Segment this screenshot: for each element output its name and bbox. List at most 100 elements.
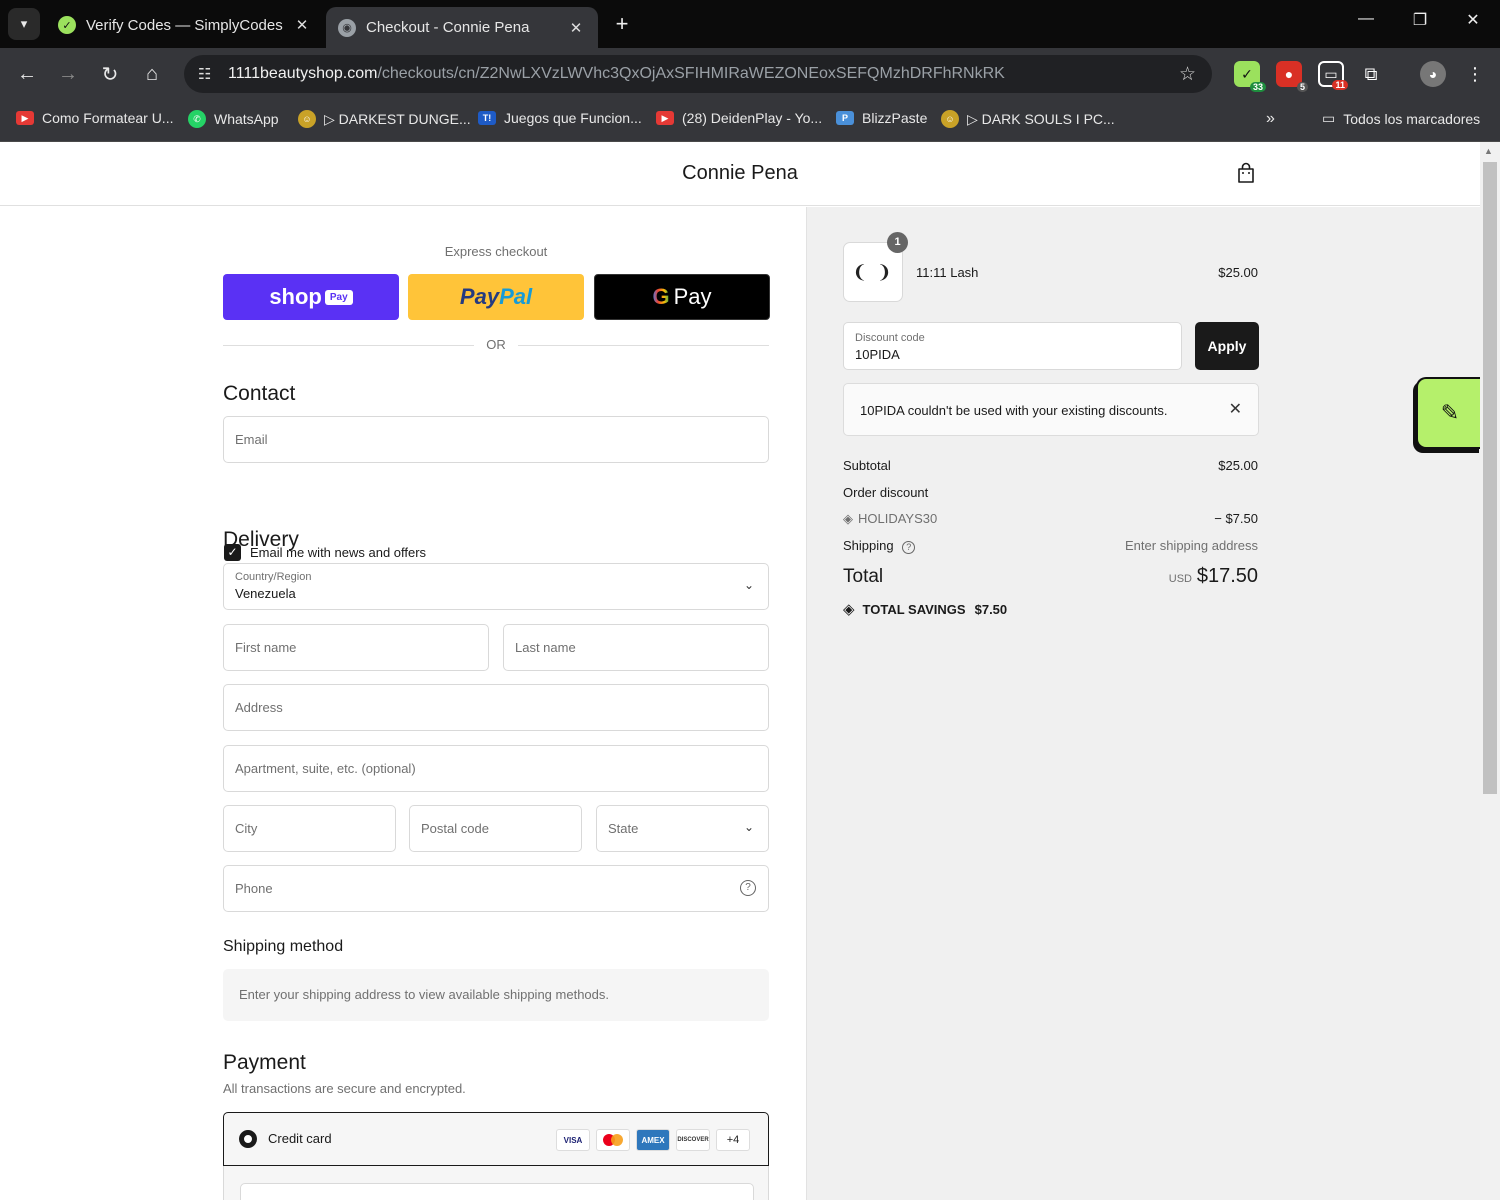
tab-search-button[interactable]: ▾ xyxy=(8,8,40,40)
bookmark-item[interactable]: ▶ (28) DeidenPlay - Yo... xyxy=(656,110,822,126)
tab-close-icon[interactable]: ✕ xyxy=(566,19,586,37)
quantity-badge: 1 xyxy=(887,232,908,253)
google-pay-button[interactable]: G Pay xyxy=(594,274,770,320)
checkout-header: Connie Pena xyxy=(0,142,1480,206)
postal-code-input[interactable] xyxy=(410,806,581,851)
email-field[interactable] xyxy=(223,416,769,463)
tab-verify-codes[interactable]: ✓ Verify Codes — SimplyCodes ✕ xyxy=(46,6,324,44)
back-icon[interactable]: ← xyxy=(14,61,40,87)
discover-card-icon: DISCOVER xyxy=(676,1129,710,1151)
restore-icon[interactable]: ❐ xyxy=(1400,10,1440,30)
window-close-icon[interactable]: ✕ xyxy=(1453,10,1493,30)
url-path: /checkouts/cn/Z2NwLXVzLWVhc3QxOjAxSFIHMI… xyxy=(377,65,1005,82)
globe-favicon-icon: ◉ xyxy=(338,18,356,37)
tag-icon: ◈ xyxy=(843,511,853,526)
address-bar[interactable]: ☷ 1111beautyshop.com/checkouts/cn/Z2NwLX… xyxy=(184,55,1212,93)
bookmark-item[interactable]: ☺ ▷ DARKEST DUNGE... xyxy=(298,110,471,128)
card-number-field[interactable] xyxy=(240,1183,754,1200)
city-input[interactable] xyxy=(224,806,395,851)
shipping-method-heading: Shipping method xyxy=(223,938,344,955)
url-host: 1111beautyshop.com xyxy=(228,65,378,82)
paypal-button[interactable]: Pay Pal xyxy=(408,274,584,320)
express-checkout-label: Express checkout xyxy=(444,244,548,259)
apply-button[interactable]: Apply xyxy=(1195,322,1259,370)
forward-icon[interactable]: → xyxy=(55,61,81,87)
chevron-down-icon: ⌄ xyxy=(743,820,754,834)
email-input[interactable] xyxy=(224,417,768,462)
checkout-page: Connie Pena Express checkout shop Pay Pay… xyxy=(0,142,1500,1200)
bookmarks-bar: ▶ Como Formatear U... ✆ WhatsApp ☺ ▷ DARKES… xyxy=(0,100,1500,142)
tab-close-icon[interactable]: ✕ xyxy=(292,16,312,34)
tag-pen-icon: ✎ xyxy=(1440,400,1460,425)
first-name-input[interactable] xyxy=(224,625,488,670)
country-select[interactable]: Country/Region Venezuela ⌄ xyxy=(223,563,769,610)
chevron-down-icon: ⌄ xyxy=(743,578,754,592)
divider xyxy=(223,345,474,346)
discount-code-tag: ◈ HOLIDAYS30 xyxy=(843,511,938,526)
shop-pay-button[interactable]: shop Pay xyxy=(223,274,399,320)
total-currency: USD xyxy=(1168,573,1192,585)
store-name[interactable]: Connie Pena xyxy=(0,162,1480,185)
divider xyxy=(518,345,769,346)
screen-extension-icon[interactable]: ▭ 11 xyxy=(1318,61,1348,90)
bookmark-item[interactable]: T! Juegos que Funcion... xyxy=(478,110,642,126)
last-name-input[interactable] xyxy=(504,625,768,670)
shopping-bag-icon[interactable] xyxy=(1236,162,1256,184)
credit-card-label: Credit card xyxy=(268,1131,332,1146)
first-name-field[interactable] xyxy=(223,624,489,671)
subtotal-label: Subtotal xyxy=(843,458,891,473)
site-settings-icon[interactable]: ☷ xyxy=(198,65,211,83)
whatsapp-icon: ✆ xyxy=(188,110,206,128)
bookmarks-overflow-button[interactable]: » xyxy=(1266,110,1275,128)
last-name-field[interactable] xyxy=(503,624,769,671)
simplycodes-favicon-icon: ✓ xyxy=(58,16,76,34)
browser-menu-icon[interactable]: ⋮ xyxy=(1462,61,1488,87)
profile-avatar[interactable]: ◕ xyxy=(1420,61,1446,87)
simplycodes-extension-icon[interactable]: ✓ 33 xyxy=(1234,61,1266,92)
order-discount-label: Order discount xyxy=(843,485,929,500)
shipping-method-message: Enter your shipping address to view avai… xyxy=(223,969,769,1021)
product-price: $25.00 xyxy=(1218,265,1258,280)
credit-card-radio[interactable] xyxy=(239,1130,257,1148)
home-icon[interactable]: ⌂ xyxy=(139,61,165,87)
discount-code-field[interactable]: Discount code 10PIDA xyxy=(843,322,1182,370)
payment-subtitle: All transactions are secure and encrypte… xyxy=(223,1081,466,1096)
scrollbar-thumb[interactable] xyxy=(1483,162,1497,794)
simplycodes-widget-tab[interactable]: ✎ xyxy=(1416,377,1482,449)
bookmark-item[interactable]: ▶ Como Formatear U... xyxy=(16,110,173,126)
extensions-puzzle-icon[interactable]: ⧉ xyxy=(1358,61,1384,87)
youtube-icon: ▶ xyxy=(16,111,34,125)
scroll-up-icon[interactable]: ▲ xyxy=(1484,146,1493,156)
state-select[interactable]: State ⌄ xyxy=(596,805,769,852)
tab-checkout[interactable]: ◉ Checkout - Connie Pena ✕ xyxy=(326,7,598,48)
bookmark-item[interactable]: P BlizzPaste xyxy=(836,110,927,126)
tab-title: Verify Codes — SimplyCodes xyxy=(86,16,283,34)
address-input[interactable] xyxy=(224,685,768,730)
product-name: 11:11 Lash xyxy=(916,265,979,280)
minimize-icon[interactable]: — xyxy=(1346,10,1386,28)
phone-field[interactable]: ? xyxy=(223,865,769,912)
bookmark-star-icon[interactable]: ☆ xyxy=(1179,63,1196,86)
new-tab-button[interactable]: + xyxy=(608,10,636,38)
amex-card-icon: AMEX xyxy=(636,1129,670,1151)
reload-icon[interactable]: ↻ xyxy=(97,61,123,87)
tag-icon: ◈ xyxy=(843,601,855,618)
total-savings: ◈ TOTAL SAVINGS $7.50 xyxy=(843,601,1008,618)
bookmark-item[interactable]: ☺ ▷ DARK SOULS I PC... xyxy=(941,110,1115,128)
help-icon[interactable]: ? xyxy=(740,880,756,896)
help-icon[interactable]: ? xyxy=(902,541,916,554)
apartment-input[interactable] xyxy=(224,746,768,791)
city-field[interactable] xyxy=(223,805,396,852)
shipping-label: Shipping ? xyxy=(843,538,916,554)
all-bookmarks-folder[interactable]: ▭ Todos los marcadores xyxy=(1322,110,1480,127)
bookmark-item[interactable]: ✆ WhatsApp xyxy=(188,110,279,128)
phone-input[interactable] xyxy=(224,866,768,911)
credit-card-option[interactable]: Credit card VISA AMEX DISCOVER +4 xyxy=(223,1112,769,1166)
address-field[interactable] xyxy=(223,684,769,731)
apartment-field[interactable] xyxy=(223,745,769,792)
close-icon[interactable]: ✕ xyxy=(1229,399,1242,419)
google-g-icon: G xyxy=(652,284,670,309)
postal-code-field[interactable] xyxy=(409,805,582,852)
shipping-value: Enter shipping address xyxy=(1125,538,1258,553)
red-extension-icon[interactable]: ● 5 xyxy=(1276,61,1308,92)
